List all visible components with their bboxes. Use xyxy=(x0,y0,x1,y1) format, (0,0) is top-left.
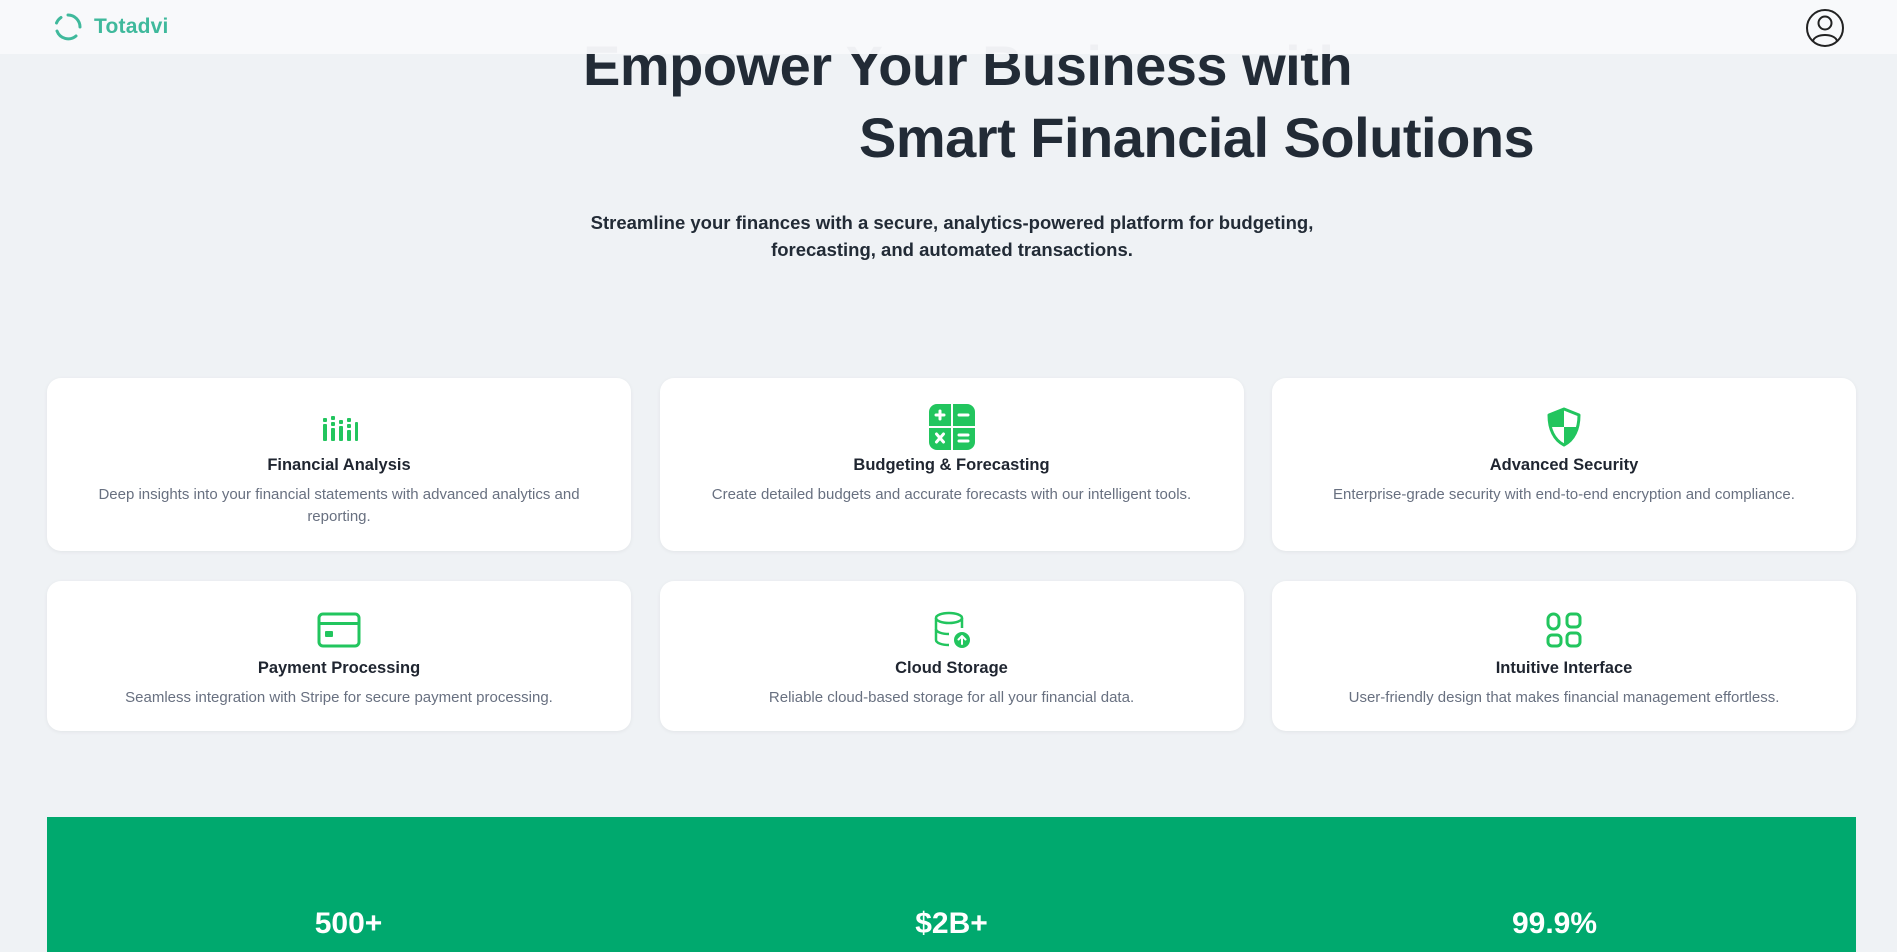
feature-card-security: Advanced Security Enterprise-grade secur… xyxy=(1272,378,1856,551)
calculator-icon xyxy=(928,404,975,450)
feature-card-financial-analysis: Financial Analysis Deep insights into yo… xyxy=(47,378,631,551)
feature-description: Seamless integration with Stripe for sec… xyxy=(125,689,553,706)
stat-item: 500+ xyxy=(47,817,650,952)
feature-title: Advanced Security xyxy=(1489,456,1639,474)
hero-title-line2: Smart Financial Solutions xyxy=(859,106,1535,169)
feature-description: Deep insights into your financial statem… xyxy=(98,486,580,525)
feature-title: Cloud Storage xyxy=(895,659,1008,677)
stats-band: 500+ $2B+ 99.9% xyxy=(47,817,1856,952)
grid-apps-icon xyxy=(1541,607,1587,653)
bar-chart-icon xyxy=(316,404,362,450)
feature-card-interface: Intuitive Interface User-friendly design… xyxy=(1272,581,1856,731)
stat-value: 500+ xyxy=(314,907,383,940)
user-circle-icon[interactable] xyxy=(1805,8,1845,48)
stat-item: $2B+ xyxy=(650,817,1253,952)
database-upload-icon xyxy=(929,607,975,653)
feature-description: Enterprise-grade security with end-to-en… xyxy=(1333,486,1795,503)
stat-value: 99.9% xyxy=(1511,907,1598,940)
ring-logo-icon xyxy=(55,13,82,41)
brand-home-link[interactable]: Totadvi xyxy=(52,11,169,43)
feature-title: Payment Processing xyxy=(257,659,421,677)
feature-card-budgeting: Budgeting & Forecasting Create detailed … xyxy=(659,378,1244,551)
stat-value: $2B+ xyxy=(915,907,988,940)
feature-description: Create detailed budgets and accurate for… xyxy=(711,486,1192,503)
feature-title: Financial Analysis xyxy=(267,456,411,474)
brand-name: Totadvi xyxy=(94,15,169,38)
feature-description: Reliable cloud-based storage for all you… xyxy=(768,689,1135,706)
navbar: Totadvi xyxy=(0,0,1897,54)
feature-description: User-friendly design that makes financia… xyxy=(1348,689,1780,706)
stat-item: 99.9% xyxy=(1253,817,1856,952)
feature-title: Budgeting & Forecasting xyxy=(853,456,1050,474)
shield-icon xyxy=(1541,404,1587,450)
landing-page: Empower Your Business with Smart Financi… xyxy=(0,0,1897,952)
feature-card-payment: Payment Processing Seamless integration … xyxy=(47,581,631,731)
feature-title: Intuitive Interface xyxy=(1495,659,1633,677)
features-grid: Financial Analysis Deep insights into yo… xyxy=(47,378,1856,731)
feature-card-cloud-storage: Cloud Storage Reliable cloud-based stora… xyxy=(659,581,1244,731)
credit-card-icon xyxy=(316,607,362,653)
hero-subtitle: Streamline your finances with a secure, … xyxy=(590,212,1314,260)
